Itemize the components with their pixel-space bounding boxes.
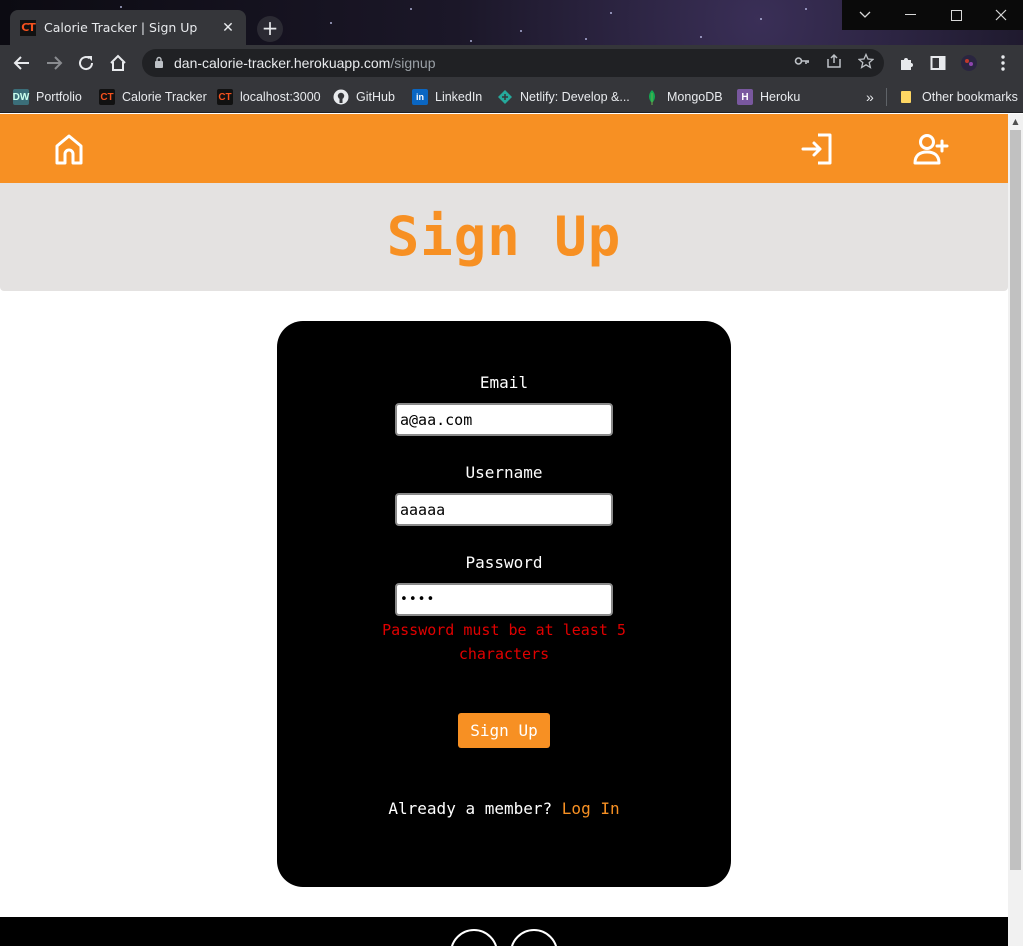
chrome-menu-icon[interactable] [991, 51, 1015, 75]
bookmarks-bar: DW Portfolio CT Calorie Tracker CT local… [0, 81, 1023, 113]
folder-icon [899, 89, 915, 105]
add-user-icon[interactable] [913, 131, 951, 167]
signup-form: Email Username Password •••• Password mu… [277, 321, 731, 887]
bookmark-label: LinkedIn [435, 90, 483, 104]
bookmark-linkedin[interactable]: in LinkedIn [412, 87, 482, 107]
tab-close-icon[interactable]: ✕ [220, 20, 236, 36]
page-header: Sign Up [0, 183, 1008, 291]
bookmark-label: Other bookmarks [922, 90, 1018, 104]
bookmark-netlify[interactable]: Netlify: Develop &... [497, 87, 630, 107]
page-title: Sign Up [386, 205, 622, 268]
bookmark-heroku[interactable]: H Heroku [737, 87, 800, 107]
url-host: dan-calorie-tracker.herokuapp.com [174, 55, 391, 71]
home-nav-icon[interactable] [51, 131, 87, 167]
side-panel-icon[interactable] [926, 51, 950, 75]
more-bookmarks-chevron-icon[interactable]: » [866, 87, 874, 107]
bookmark-label: Calorie Tracker [122, 90, 207, 104]
bookmark-github[interactable]: GitHub [333, 87, 395, 107]
browser-tab-active[interactable]: CT Calorie Tracker | Sign Up ✕ [10, 10, 246, 45]
home-icon[interactable] [106, 51, 130, 75]
bookmark-label: localhost:3000 [240, 90, 321, 104]
url-path: /signup [390, 55, 436, 71]
bookmark-label: Heroku [760, 90, 801, 104]
browser-tab-strip: CT Calorie Tracker | Sign Up ✕ + [0, 0, 1023, 45]
share-icon[interactable] [826, 53, 842, 73]
ct-icon: CT [217, 89, 233, 105]
bookmark-localhost[interactable]: CT localhost:3000 [217, 87, 321, 107]
signup-button[interactable]: Sign Up [458, 713, 550, 748]
maximize-icon[interactable] [933, 0, 979, 30]
mongodb-leaf-icon [644, 89, 660, 105]
email-field[interactable] [395, 403, 613, 436]
profile-avatar[interactable] [957, 51, 981, 75]
netlify-icon [497, 89, 513, 105]
username-label: Username [465, 463, 543, 482]
back-arrow-icon[interactable] [10, 51, 34, 75]
social-link-circle[interactable] [510, 929, 558, 946]
scrollbar-thumb[interactable] [1010, 130, 1021, 870]
site-footer [0, 917, 1008, 946]
bookmark-label: Portfolio [36, 90, 82, 104]
site-navbar [0, 114, 1008, 183]
tab-search-icon[interactable] [842, 0, 888, 30]
address-bar[interactable]: dan-calorie-tracker.herokuapp.com/signup [142, 49, 884, 77]
lock-icon [154, 56, 174, 71]
bookmark-calorie-tracker[interactable]: CT Calorie Tracker [99, 87, 207, 107]
forward-arrow-icon[interactable] [42, 51, 66, 75]
window-close-icon[interactable] [979, 0, 1023, 30]
bookmark-label: MongoDB [667, 90, 723, 104]
ct-icon: CT [99, 89, 115, 105]
github-icon [333, 89, 349, 105]
reload-icon[interactable] [74, 51, 98, 75]
password-error-message: Password must be at least 5 characters [382, 621, 626, 663]
browser-toolbar: dan-calorie-tracker.herokuapp.com/signup [0, 45, 1023, 81]
bookmarks-divider [886, 88, 887, 106]
bookmark-label: GitHub [356, 90, 395, 104]
key-icon[interactable] [794, 53, 810, 73]
already-member-text: Already a member? Log In [277, 799, 731, 818]
page-viewport: Sign Up Email Username Password •••• Pas… [0, 114, 1008, 946]
already-member-prompt: Already a member? [388, 799, 553, 818]
bookmark-other-folder[interactable]: Other bookmarks [899, 87, 1018, 107]
bookmark-star-icon[interactable] [857, 52, 875, 73]
page-scrollbar[interactable]: ▲ [1008, 114, 1023, 946]
email-label: Email [479, 373, 529, 392]
social-link-circle[interactable] [450, 929, 498, 946]
scroll-up-arrow-icon[interactable]: ▲ [1008, 114, 1023, 129]
password-label: Password [465, 553, 543, 572]
heroku-icon: H [737, 89, 753, 105]
linkedin-icon: in [412, 89, 428, 105]
bookmark-label: Netlify: Develop &... [520, 90, 630, 104]
minimize-icon[interactable] [887, 0, 933, 30]
password-field[interactable]: •••• [395, 583, 613, 616]
login-link[interactable]: Log In [562, 799, 620, 818]
bookmark-portfolio[interactable]: DW Portfolio [13, 87, 82, 107]
tab-favicon: CT [20, 19, 36, 36]
login-icon[interactable] [798, 131, 834, 167]
username-field[interactable] [395, 493, 613, 526]
tab-title: Calorie Tracker | Sign Up [44, 20, 198, 35]
extensions-puzzle-icon[interactable] [894, 51, 918, 75]
bookmark-mongodb[interactable]: MongoDB [644, 87, 723, 107]
dw-icon: DW [13, 89, 29, 105]
new-tab-button[interactable]: + [257, 16, 283, 42]
